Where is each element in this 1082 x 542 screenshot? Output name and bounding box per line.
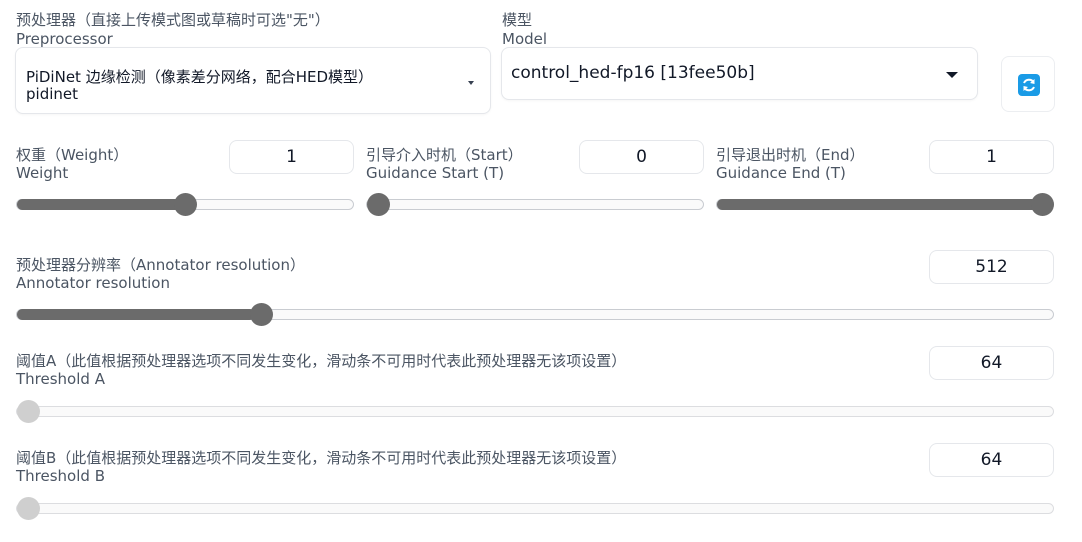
threshold-b-sublabel: Threshold B xyxy=(16,467,105,485)
threshold-b-label: 阈值B（此值根据预处理器选项不同发生变化，滑动条不可用时代表此预处理器无该项设置… xyxy=(16,449,627,467)
weight-input[interactable]: 1 xyxy=(229,140,354,174)
annotator-resolution-slider-fill xyxy=(17,309,256,320)
annotator-resolution-input[interactable]: 512 xyxy=(929,250,1054,284)
guidance-end-slider[interactable] xyxy=(716,193,1054,216)
annotator-resolution-label: 预处理器分辨率（Annotator resolution） xyxy=(16,256,305,274)
threshold-a-label: 阈值A（此值根据预处理器选项不同发生变化，滑动条不可用时代表此预处理器无该项设置… xyxy=(16,352,627,370)
guidance-start-slider-thumb[interactable] xyxy=(367,193,390,216)
guidance-end-slider-fill xyxy=(717,199,1053,210)
guidance-start-input[interactable]: 0 xyxy=(579,140,704,174)
guidance-start-sublabel: Guidance Start (T) xyxy=(366,164,505,182)
guidance-start-label: 引导介入时机（Start） xyxy=(366,146,523,164)
preprocessor-sublabel: Preprocessor xyxy=(16,30,113,48)
model-dropdown[interactable]: control_hed-fp16 [13fee50b] xyxy=(501,47,978,100)
caret-down-icon xyxy=(946,72,958,78)
threshold-b-slider xyxy=(16,497,1054,520)
weight-slider[interactable] xyxy=(16,193,354,216)
annotator-resolution-slider[interactable] xyxy=(16,303,1054,326)
threshold-a-slider-thumb xyxy=(17,400,40,423)
weight-slider-fill xyxy=(17,199,185,210)
model-selected: control_hed-fp16 [13fee50b] xyxy=(511,63,755,83)
annotator-resolution-slider-thumb[interactable] xyxy=(250,303,274,326)
threshold-a-sublabel: Threshold A xyxy=(16,370,105,388)
guidance-start-slider[interactable] xyxy=(366,193,704,216)
weight-slider-thumb[interactable] xyxy=(174,193,197,216)
refresh-button[interactable] xyxy=(1001,56,1055,112)
threshold-b-slider-thumb xyxy=(17,497,40,520)
preprocessor-selected-line1: PiDiNet 边缘检测（像素差分网络，配合HED模型） xyxy=(26,68,374,86)
model-label: 模型 xyxy=(502,11,533,29)
model-sublabel: Model xyxy=(502,30,548,48)
refresh-icon xyxy=(1018,74,1040,96)
guidance-end-sublabel: Guidance End (T) xyxy=(716,164,846,182)
preprocessor-label: 预处理器（直接上传模式图或草稿时可选"无"） xyxy=(16,11,330,29)
weight-label: 权重（Weight） xyxy=(16,146,129,164)
threshold-b-input[interactable]: 64 xyxy=(929,443,1054,477)
weight-sublabel: Weight xyxy=(16,164,69,182)
preprocessor-selected-line2: pidinet xyxy=(26,85,78,103)
guidance-end-label: 引导退出时机（End） xyxy=(716,146,865,164)
threshold-a-slider xyxy=(16,400,1054,423)
chevron-down-icon xyxy=(468,81,474,85)
preprocessor-dropdown[interactable]: PiDiNet 边缘检测（像素差分网络，配合HED模型） pidinet xyxy=(15,47,491,114)
annotator-resolution-sublabel: Annotator resolution xyxy=(16,274,170,292)
threshold-a-input[interactable]: 64 xyxy=(929,346,1054,380)
guidance-end-slider-thumb[interactable] xyxy=(1031,193,1054,216)
guidance-end-input[interactable]: 1 xyxy=(929,140,1054,174)
